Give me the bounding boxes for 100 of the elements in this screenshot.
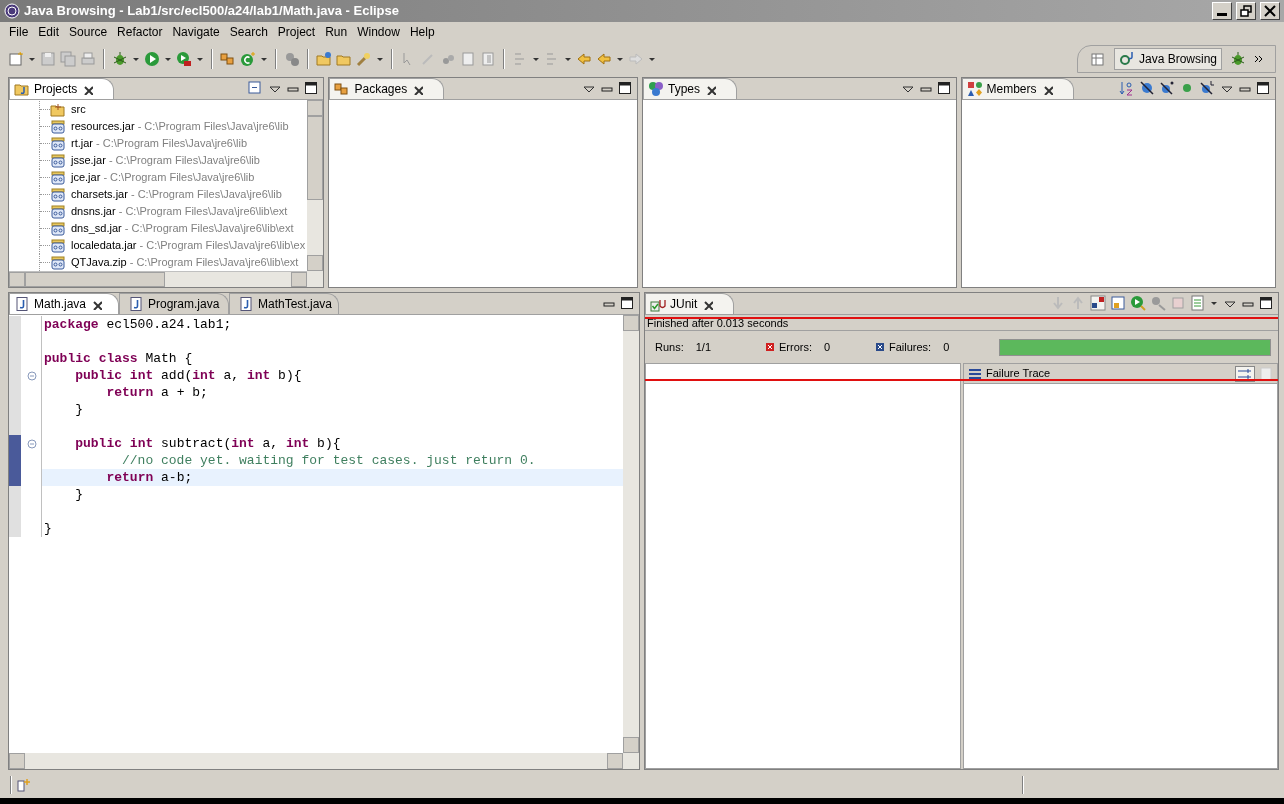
view-tab[interactable]: Types [643, 78, 737, 99]
tree-item-label[interactable]: dnsns.jar - C:\Program Files\Java\jre6\lib\ext [71, 203, 288, 220]
hide-fields-icon[interactable] [1139, 80, 1155, 96]
tree-item-label[interactable]: jce.jar - C:\Program Files\Java\jre6\lib [71, 169, 255, 186]
editor-tab-label[interactable]: MathTest.java [258, 295, 333, 313]
editor-tab-label[interactable]: Math.java [34, 295, 87, 313]
view-tab-label[interactable]: Projects [34, 80, 78, 98]
tree-item[interactable]: dnsns.jar - C:\Program Files\Java\jre6\lib\ext [39, 203, 308, 220]
menu-item[interactable]: Run [320, 23, 353, 41]
packages-icon [334, 81, 351, 97]
maximize-icon[interactable] [1255, 80, 1271, 96]
menu-item[interactable]: Search [224, 23, 273, 41]
caret-icon[interactable] [260, 55, 268, 63]
maximize-icon[interactable] [1258, 295, 1274, 311]
view-tab-label[interactable]: Members [986, 80, 1037, 98]
tree-item-label[interactable]: dns_sd.jar - C:\Program Files\Java\jre6\lib\ext [71, 220, 294, 237]
members-icon [966, 81, 983, 97]
view-tab[interactable]: Members [961, 78, 1074, 99]
view-tab-label[interactable]: JUnit [670, 295, 698, 313]
collapse-all-icon[interactable] [247, 80, 264, 96]
package-plus-icon[interactable] [220, 51, 236, 67]
menu-item[interactable]: Navigate [167, 23, 225, 41]
vertical-scrollbar[interactable] [623, 315, 639, 769]
horizontal-scrollbar[interactable] [9, 753, 623, 769]
caret-icon[interactable] [376, 55, 384, 63]
view-tab[interactable]: Packages [329, 78, 445, 99]
maximize-icon[interactable] [303, 80, 320, 96]
window-title: Java Browsing - Lab1/src/ecl500/a24/lab1/Math.java - Eclipse [24, 2, 400, 21]
jar-icon [50, 118, 66, 135]
editor-tab[interactable]: MathTest.java [229, 293, 339, 314]
counter-label: Runs: [655, 339, 684, 355]
menu-item[interactable]: Source [64, 23, 113, 41]
status-message: Finished after 0.013 seconds [645, 315, 1278, 331]
menu-item[interactable]: Help [404, 23, 440, 41]
bug-icon[interactable] [1230, 51, 1246, 67]
tree-item[interactable]: rt.jar - C:\Program Files\Java\jre6\lib [39, 135, 308, 152]
tree-item-label[interactable]: src [71, 101, 86, 118]
collapse-icon[interactable] [26, 438, 37, 449]
menu-item[interactable]: Edit [33, 23, 65, 41]
caret-icon[interactable] [196, 55, 204, 63]
code-text: return a-b; [105, 468, 193, 487]
failures-filter-icon[interactable] [1090, 295, 1106, 311]
menu-item[interactable]: Project [272, 23, 321, 41]
caret-icon[interactable] [564, 55, 572, 63]
maximize-icon[interactable] [935, 80, 952, 96]
tree-item-label[interactable]: resources.jar - C:\Program Files\Java\jre6\lib [71, 118, 289, 135]
tree-item-label[interactable]: rt.jar - C:\Program Files\Java\jre6\lib [71, 135, 248, 152]
maximize-icon[interactable] [617, 80, 633, 96]
tree-item[interactable]: jsse.jar - C:\Program Files\Java\jre6\lib [39, 152, 308, 169]
caret-icon[interactable] [532, 55, 540, 63]
editor-tab-label[interactable]: Program.java [148, 295, 220, 313]
view-tab[interactable]: Projects [9, 78, 115, 99]
tree-item[interactable]: src [39, 101, 308, 118]
code-text: public int subtract(int a, int b){ [74, 434, 341, 453]
change-bar [9, 469, 21, 486]
tree-item[interactable]: resources.jar - C:\Program Files\Java\jre6\lib [39, 118, 308, 135]
close-icon[interactable] [81, 83, 94, 95]
fast-view-icon[interactable] [16, 777, 32, 793]
caret-icon[interactable] [1210, 299, 1218, 307]
close-icon[interactable] [701, 298, 714, 310]
caret-icon[interactable] [28, 55, 36, 63]
caret-icon[interactable] [648, 55, 656, 63]
caret-icon[interactable] [164, 55, 172, 63]
hide-local-icon[interactable] [1199, 80, 1215, 96]
perspective-button[interactable]: Java Browsing [1113, 48, 1222, 70]
caret-icon[interactable] [132, 55, 140, 63]
tree-item-label[interactable]: jsse.jar - C:\Program Files\Java\jre6\lib [71, 152, 260, 169]
play-icon[interactable] [144, 51, 160, 67]
tree-item-label[interactable]: QTJava.zip - C:\Program Files\Java\jre6\lib\ext [71, 254, 299, 271]
tree-item[interactable]: charsets.jar - C:\Program Files\Java\jre6\lib [39, 186, 308, 203]
chevron-icon[interactable] [1254, 54, 1263, 64]
editor-tab[interactable]: Program.java [119, 293, 229, 314]
tree-item-label[interactable]: charsets.jar - C:\Program Files\Java\jre6\lib [71, 186, 282, 203]
close-button[interactable] [1260, 2, 1280, 20]
maximize-icon[interactable] [619, 295, 635, 311]
tree-item[interactable]: dns_sd.jar - C:\Program Files\Java\jre6\lib\ext [39, 220, 308, 237]
editor-tab[interactable]: Math.java [9, 293, 119, 314]
bug-icon[interactable] [112, 51, 128, 67]
view-tab-label[interactable]: Packages [354, 80, 408, 98]
restore-button[interactable] [1236, 2, 1256, 20]
close-icon[interactable] [411, 83, 424, 95]
open-perspective-icon[interactable] [1089, 51, 1106, 67]
vertical-scrollbar[interactable] [307, 100, 324, 287]
page-icon [460, 51, 476, 67]
hide-static-icon[interactable] [1159, 80, 1175, 96]
view-tab[interactable]: JUnit [645, 293, 735, 314]
rerun-icon[interactable] [1130, 295, 1146, 311]
menu-item[interactable]: File [4, 23, 34, 41]
view-tab-label[interactable]: Types [668, 80, 700, 98]
menu-item[interactable]: Window [352, 23, 405, 41]
collapse-icon[interactable] [26, 370, 37, 381]
horizontal-scrollbar[interactable] [9, 271, 308, 287]
menu-item[interactable]: Refactor [112, 23, 168, 41]
sort-icon[interactable] [1119, 80, 1135, 96]
close-icon[interactable] [704, 83, 716, 95]
close-icon[interactable] [90, 298, 103, 310]
caret-icon[interactable] [616, 55, 624, 63]
jar-icon [50, 186, 66, 203]
tree-item[interactable]: jce.jar - C:\Program Files\Java\jre6\lib [39, 169, 308, 186]
minimize-button[interactable] [1212, 2, 1232, 20]
